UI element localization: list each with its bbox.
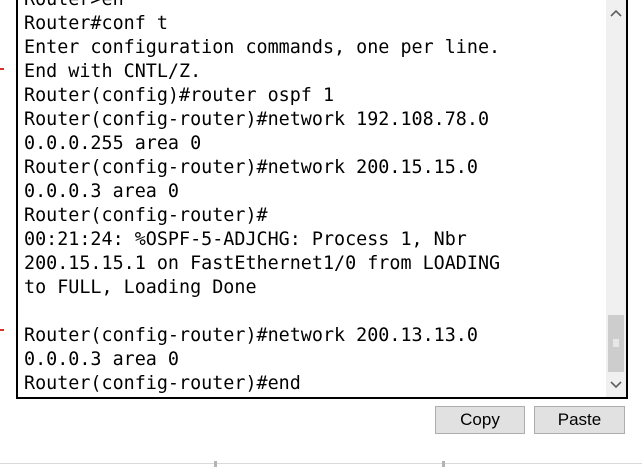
divider-tick: [214, 461, 217, 467]
terminal-line: Router(config-router)#network 200.13.13.…: [24, 325, 478, 346]
terminal-line: 0.0.0.3 area 0: [24, 349, 180, 370]
paste-button[interactable]: Paste: [534, 406, 625, 434]
terminal-line: 00:21:24: %OSPF-5-ADJCHG: Process 1, Nbr: [24, 229, 467, 250]
terminal-line: Router(config-router)#network 200.15.15.…: [24, 157, 478, 178]
chevron-down-icon[interactable]: [606, 376, 626, 393]
terminal-line: Router(config)#router ospf 1: [24, 85, 335, 106]
terminal-line: Router>en: [24, 0, 604, 12]
vertical-scrollbar[interactable]: [606, 0, 626, 397]
scrollbar-grip: [613, 339, 619, 347]
terminal-line: 0.0.0.255 area 0: [24, 133, 202, 154]
edge-marker: [0, 329, 4, 331]
cli-terminal[interactable]: Router>enRouter#conf t Enter configuratio…: [16, 0, 628, 399]
edge-marker: [0, 68, 4, 70]
terminal-line: End with CNTL/Z.: [24, 61, 202, 82]
scrollbar-thumb[interactable]: [608, 315, 624, 372]
terminal-line: Router(config-router)#end: [24, 373, 301, 394]
terminal-line: to FULL, Loading Done: [24, 277, 257, 298]
copy-button[interactable]: Copy: [435, 406, 525, 434]
terminal-line: Enter configuration commands, one per li…: [24, 37, 501, 58]
chevron-up-icon[interactable]: [606, 4, 626, 21]
terminal-line: 200.15.15.1 on FastEthernet1/0 from LOAD…: [24, 253, 501, 274]
terminal-line: Router#conf t: [24, 13, 168, 34]
divider: [0, 463, 642, 464]
terminal-line: Router(config-router)#: [24, 205, 268, 226]
terminal-line: Router(config-router)#network 192.108.78…: [24, 109, 490, 130]
divider-tick: [442, 461, 445, 467]
terminal-output[interactable]: Router>enRouter#conf t Enter configuratio…: [24, 0, 604, 396]
terminal-line: 0.0.0.3 area 0: [24, 181, 180, 202]
